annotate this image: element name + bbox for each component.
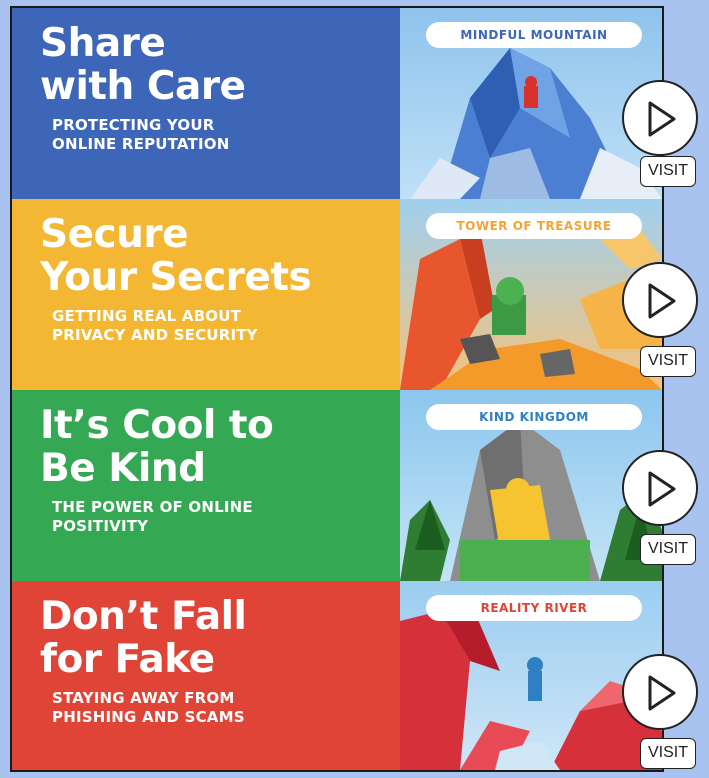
play-icon	[648, 675, 676, 711]
title-line: Be Kind	[40, 446, 206, 491]
title-line: Your Secrets	[40, 255, 312, 300]
subtitle-line: THE POWER OF ONLINE	[52, 498, 253, 516]
play-icon	[648, 471, 676, 507]
world-name-banner: MINDFUL MOUNTAIN	[426, 22, 642, 48]
play-button-reality-river[interactable]	[622, 654, 698, 730]
section-subtitle: PROTECTING YOUR ONLINE REPUTATION	[52, 116, 400, 154]
section-subtitle: STAYING AWAY FROM PHISHING AND SCAMS	[52, 689, 400, 727]
world-list: Share with Care PROTECTING YOUR ONLINE R…	[10, 6, 664, 772]
section-title: Secure Your Secrets	[40, 213, 400, 299]
title-panel: It’s Cool to Be Kind THE POWER OF ONLINE…	[12, 390, 400, 581]
title-panel: Share with Care PROTECTING YOUR ONLINE R…	[12, 8, 400, 199]
section-its-cool-to-be-kind: It’s Cool to Be Kind THE POWER OF ONLINE…	[12, 390, 662, 581]
section-subtitle: GETTING REAL ABOUT PRIVACY AND SECURITY	[52, 307, 400, 345]
subtitle-line: PROTECTING YOUR	[52, 116, 215, 134]
title-line: Don’t Fall	[40, 594, 247, 639]
title-panel: Don’t Fall for Fake STAYING AWAY FROM PH…	[12, 581, 400, 770]
subtitle-line: GETTING REAL ABOUT	[52, 307, 242, 325]
world-illustration: REALITY RIVER	[400, 581, 662, 770]
visit-button-reality-river[interactable]: VISIT	[640, 738, 696, 769]
world-name-banner: REALITY RIVER	[426, 595, 642, 621]
section-title: Don’t Fall for Fake	[40, 595, 400, 681]
play-icon	[648, 283, 676, 319]
play-icon	[648, 101, 676, 137]
title-line: Secure	[40, 212, 189, 257]
subtitle-line: STAYING AWAY FROM	[52, 689, 235, 707]
section-dont-fall-for-fake: Don’t Fall for Fake STAYING AWAY FROM PH…	[12, 581, 662, 770]
visit-button-kind-kingdom[interactable]: VISIT	[640, 534, 696, 565]
world-name-banner: KIND KINGDOM	[426, 404, 642, 430]
section-title: Share with Care	[40, 22, 400, 108]
title-line: It’s Cool to	[40, 403, 274, 448]
subtitle-line: ONLINE REPUTATION	[52, 135, 230, 153]
world-illustration: MINDFUL MOUNTAIN	[400, 8, 662, 199]
subtitle-line: PRIVACY AND SECURITY	[52, 326, 258, 344]
title-line: Share	[40, 21, 166, 66]
section-title: It’s Cool to Be Kind	[40, 404, 400, 490]
section-share-with-care: Share with Care PROTECTING YOUR ONLINE R…	[12, 8, 662, 199]
title-line: for Fake	[40, 637, 215, 682]
title-panel: Secure Your Secrets GETTING REAL ABOUT P…	[12, 199, 400, 390]
title-line: with Care	[40, 64, 246, 109]
visit-button-tower-of-treasure[interactable]: VISIT	[640, 346, 696, 377]
subtitle-line: PHISHING AND SCAMS	[52, 708, 245, 726]
world-name-banner: TOWER OF TREASURE	[426, 213, 642, 239]
play-button-mindful-mountain[interactable]	[622, 80, 698, 156]
visit-button-mindful-mountain[interactable]: VISIT	[640, 156, 696, 187]
subtitle-line: POSITIVITY	[52, 517, 149, 535]
play-button-tower-of-treasure[interactable]	[622, 262, 698, 338]
section-secure-your-secrets: Secure Your Secrets GETTING REAL ABOUT P…	[12, 199, 662, 390]
play-button-kind-kingdom[interactable]	[622, 450, 698, 526]
section-subtitle: THE POWER OF ONLINE POSITIVITY	[52, 498, 400, 536]
